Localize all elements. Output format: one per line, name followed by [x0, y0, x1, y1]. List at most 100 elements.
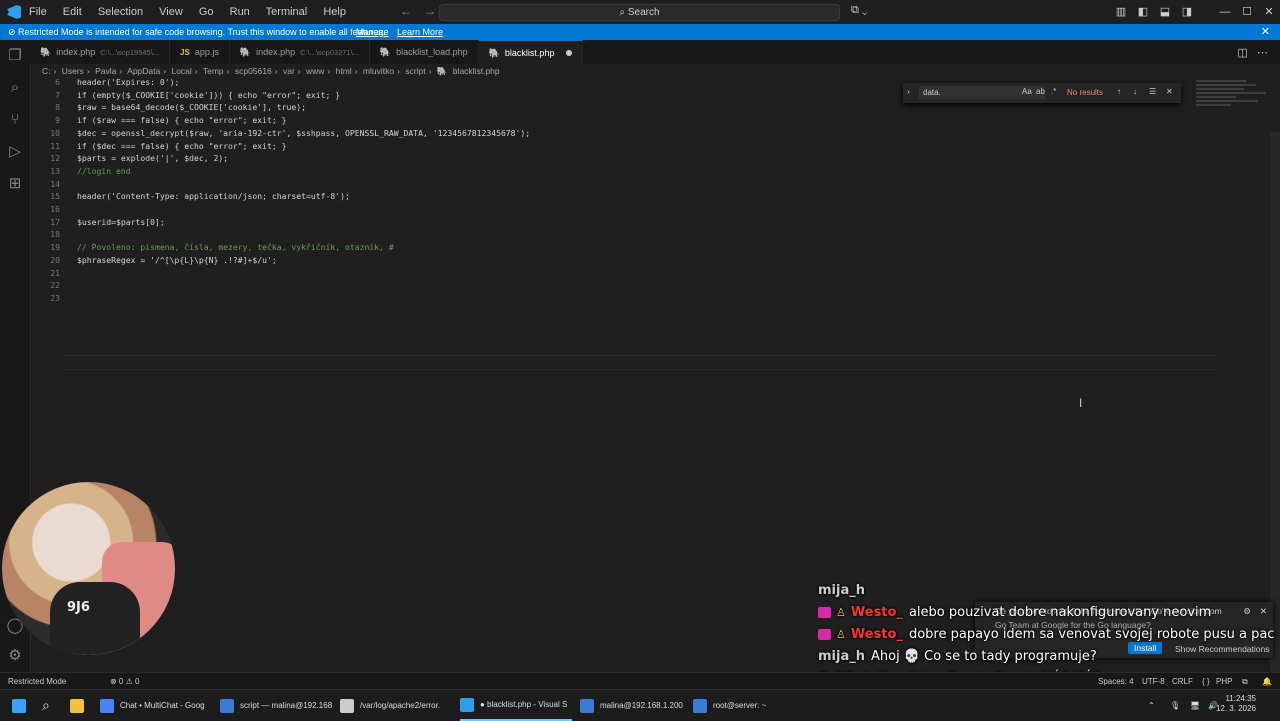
taskbar-app-button[interactable]: ● blacklist.php - Visual S [460, 690, 572, 721]
network-icon[interactable]: 🖥 [1190, 690, 1200, 721]
language-status[interactable]: PHP [1216, 673, 1232, 690]
regex-button[interactable]: .* [1051, 87, 1056, 96]
breadcrumb-item[interactable]: Pavla [95, 66, 116, 76]
breadcrumb-item[interactable]: Local [171, 66, 191, 76]
line-number: 14 [50, 178, 60, 189]
menu-go[interactable]: Go [199, 6, 214, 18]
close-window-icon[interactable]: ✕ [1258, 0, 1280, 24]
encoding-status[interactable]: UTF-8 [1142, 673, 1165, 690]
tab-label: blacklist_load.php [396, 47, 468, 57]
code-editor[interactable]: 6 header('Expires: 0'); 7 if (empty($_COOKI… [30, 77, 1220, 672]
taskbar-app-button[interactable]: Chat • MultiChat - Goog [100, 690, 212, 721]
chat-text: Ahoj 💀 Co se to tady programuje? [871, 649, 1097, 664]
taskbar-app-button[interactable]: /var/log/apache2/error. [340, 690, 452, 721]
back-arrow-icon[interactable]: ← [400, 4, 412, 18]
forward-arrow-icon[interactable]: → [424, 4, 436, 18]
copilot-status-icon[interactable]: ⧉ [1242, 673, 1248, 690]
code-line: 14 [30, 178, 1190, 191]
tab-label: app.js [194, 47, 219, 57]
toggle-replace-icon[interactable]: › [907, 87, 910, 96]
breadcrumb-item[interactable]: script [405, 66, 425, 76]
breadcrumb-item[interactable]: C: [42, 66, 51, 76]
system-clock[interactable]: 11:24:35 12. 3. 2026 [1216, 694, 1256, 714]
breadcrumb-item[interactable]: scp05616 [235, 66, 272, 76]
extensions-icon[interactable]: ⊞ [0, 168, 30, 200]
notification-close-icon[interactable]: ✕ [1260, 606, 1267, 617]
tab-index-php-1[interactable]: 🐘 index.php C:\...\scp19545\... [30, 40, 171, 64]
minimize-icon[interactable]: — [1214, 0, 1236, 24]
manage-gear-icon[interactable]: ⚙ [0, 640, 30, 672]
webcam-shirt [50, 582, 140, 655]
notifications-bell-icon[interactable]: 🔔 [1262, 673, 1272, 690]
taskbar-app-label: ● blacklist.php - Visual S [480, 700, 568, 709]
manage-link[interactable]: Manage [356, 24, 389, 40]
breadcrumb-item[interactable]: mluvitko [363, 66, 394, 76]
tab-blacklist-load-php[interactable]: 🐘 blacklist_load.php [370, 40, 479, 64]
restricted-mode-status[interactable]: Restricted Mode [0, 673, 104, 690]
notification-gear-icon[interactable]: ⚙ [1243, 606, 1251, 617]
shield-icon: ⊘ [8, 27, 19, 37]
install-button[interactable]: Install [1128, 642, 1163, 654]
menu-view[interactable]: View [159, 6, 183, 18]
layout-sidebar-icon[interactable]: ▥ [1110, 0, 1132, 24]
taskbar-search-icon[interactable]: ⌕ [42, 690, 50, 721]
file-explorer-icon[interactable] [70, 690, 90, 721]
find-in-selection-icon[interactable]: ☰ [1149, 87, 1156, 96]
learn-more-link[interactable]: Learn More [397, 24, 443, 40]
breadcrumb-item[interactable]: Users [62, 66, 84, 76]
tab-app-js[interactable]: JS app.js [170, 40, 230, 64]
breadcrumb-item[interactable]: AppData [127, 66, 160, 76]
unsaved-dot-icon[interactable] [566, 50, 573, 56]
more-actions-icon[interactable]: ⋯ [1257, 47, 1268, 59]
taskbar-app-button[interactable]: script — malina@192.168 [220, 690, 332, 721]
php-file-icon: 🐘 [488, 47, 500, 58]
run-debug-icon[interactable]: ▷ [0, 136, 30, 168]
layout-panel-left-icon[interactable]: ◧ [1132, 0, 1154, 24]
copilot-icon[interactable]: ⧉ ⌄ [851, 4, 867, 17]
match-case-button[interactable]: Aa [1022, 87, 1032, 96]
breadcrumb-item[interactable]: Temp [203, 66, 224, 76]
menu-terminal[interactable]: Terminal [266, 6, 308, 18]
layout-secondary-icon[interactable]: ◨ [1176, 0, 1198, 24]
menu-run[interactable]: Run [230, 6, 250, 18]
code-line: 11 if ($dec === false) { echo "error"; ex… [30, 140, 1190, 153]
breadcrumb-item[interactable]: html [336, 66, 352, 76]
menu-help[interactable]: Help [323, 6, 346, 18]
menu-file[interactable]: File [29, 6, 47, 18]
breadcrumb-item[interactable]: blacklist.php [453, 66, 500, 76]
menu-selection[interactable]: Selection [98, 6, 143, 18]
banner-text: ⊘ Restricted Mode is intended for safe c… [8, 24, 385, 40]
breadcrumb-item[interactable]: var [283, 66, 295, 76]
tab-blacklist-php[interactable]: 🐘 blacklist.php [478, 40, 584, 65]
editor-scrollbar[interactable] [1270, 132, 1280, 672]
tab-index-php-2[interactable]: 🐘 index.php C:\...\scp03271\... [230, 40, 370, 64]
minimap[interactable] [1196, 78, 1268, 118]
close-find-icon[interactable]: ✕ [1166, 87, 1173, 96]
taskbar-app-button[interactable]: root@server: ~ [693, 690, 805, 721]
command-center-search[interactable]: ⌕ Search [439, 4, 840, 21]
explorer-icon[interactable]: ❐ [0, 40, 30, 72]
eol-status[interactable]: CRLF [1172, 673, 1193, 690]
windows-start-icon[interactable] [12, 690, 32, 721]
previous-match-icon[interactable]: ↑ [1117, 87, 1121, 96]
taskbar-app-button[interactable]: malina@192.168.1.200 [580, 690, 692, 721]
taskbar-app-label: malina@192.168.1.200 [600, 701, 683, 710]
brackets-status[interactable]: { } [1202, 673, 1210, 690]
whole-word-button[interactable]: ab [1036, 87, 1045, 96]
layout-panel-icon[interactable]: ⬓ [1154, 0, 1176, 24]
problems-status[interactable]: ⊗ 0 ⚠ 0 [110, 673, 139, 690]
search-view-icon[interactable]: ⌕ [0, 72, 30, 104]
menu-edit[interactable]: Edit [63, 6, 82, 18]
volume-icon[interactable]: 🔊 [1208, 690, 1218, 721]
maximize-icon[interactable]: ☐ [1236, 0, 1258, 24]
source-control-icon[interactable]: ⑂ [0, 104, 30, 136]
clock-time: 11:24:35 [1225, 694, 1256, 703]
next-match-icon[interactable]: ↓ [1133, 87, 1137, 96]
tray-chevron-icon[interactable]: ⌃ [1148, 690, 1155, 721]
microphone-icon[interactable]: 🎙 [1170, 690, 1180, 721]
breadcrumb-item[interactable]: www [306, 66, 324, 76]
banner-close-icon[interactable]: ✕ [1261, 24, 1270, 40]
split-editor-icon[interactable]: ◫ [1237, 47, 1247, 59]
show-recommendations-button[interactable]: Show Recommendations [1175, 644, 1270, 654]
indentation-status[interactable]: Spaces: 4 [1098, 673, 1134, 690]
